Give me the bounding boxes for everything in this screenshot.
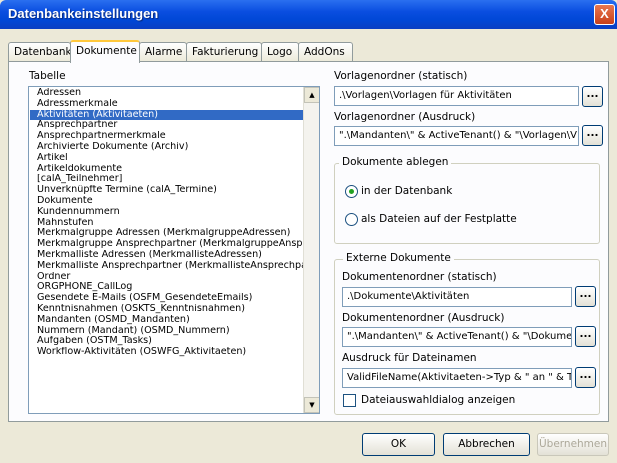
storage-files-radio[interactable]	[345, 213, 358, 226]
table-list-item[interactable]: Ansprechpartnermerkmale	[30, 131, 303, 142]
table-list-item[interactable]: Workflow-Aktivitäten (OSWFG_Aktivitaeten…	[30, 347, 303, 358]
tab-logo[interactable]: Logo	[261, 42, 299, 62]
table-list-item[interactable]: Mandanten (OSMD_Mandanten)	[30, 315, 303, 326]
table-list-item[interactable]: Merkmalgruppe Adressen (MerkmalgruppeAdr…	[30, 228, 303, 239]
table-list-item[interactable]: Kenntnisnahmen (OSKTS_Kenntnisnahmen)	[30, 304, 303, 315]
tab-label: Fakturierung	[192, 46, 259, 58]
doc-print-browse-button[interactable]: ...	[575, 326, 596, 347]
scroll-up-button[interactable]: ▲	[304, 87, 319, 103]
tab-label: AddOns	[304, 46, 345, 58]
table-list-item[interactable]: Nummern (Mandant) (OSMD_Nummern)	[30, 326, 303, 337]
table-list-item[interactable]: Archivierte Dokumente (Archiv)	[30, 142, 303, 153]
filename-input[interactable]: ValidFileName(Aktivitaeten->Typ & " an "…	[342, 368, 572, 388]
table-list-item[interactable]: Merkmalgruppe Ansprechpartner (Merkmalgr…	[30, 239, 303, 250]
doc-static-browse-button[interactable]: ...	[575, 286, 596, 307]
template-print-label: Vorlagenordner (Ausdruck)	[334, 111, 476, 123]
external-group-title: Externe Dokumente	[343, 252, 454, 264]
table-list-item[interactable]: [calA_Teilnehmer]	[30, 174, 303, 185]
doc-print-label: Dokumentenordner (Ausdruck)	[342, 312, 505, 324]
storage-files-label[interactable]: als Dateien auf der Festplatte	[361, 213, 517, 225]
table-listbox[interactable]: Adressen Adressmerkmale Aktivitäten (Aktiv…	[28, 86, 320, 414]
table-label: Tabelle	[29, 70, 66, 82]
table-list-item[interactable]: Mahnstufen	[30, 218, 303, 229]
storage-group	[334, 163, 600, 244]
tab-label: Alarme	[145, 46, 183, 58]
template-static-input[interactable]: .\Vorlagen\Vorlagen für Aktivitäten	[334, 86, 579, 106]
table-list-item[interactable]: Ordner	[30, 272, 303, 283]
table-list-item[interactable]: Kundennummern	[30, 207, 303, 218]
arrow-down-icon: ▼	[309, 401, 315, 409]
arrow-up-icon: ▲	[309, 91, 315, 99]
table-list-item[interactable]: Artikel	[30, 153, 303, 164]
list-scrollbar[interactable]: ▲ ▼	[303, 87, 319, 413]
template-print-input[interactable]: ".\Mandanten\" & ActiveTenant() & "\Vorl…	[334, 126, 579, 146]
doc-static-input[interactable]: .\Dokumente\Aktivitäten	[342, 287, 572, 307]
tab-label: Dokumente	[76, 45, 137, 57]
table-list-item[interactable]: Aktivitäten (Aktivitaeten)	[30, 109, 303, 121]
template-print-browse-button[interactable]: ...	[582, 125, 603, 146]
title-bar[interactable]: Datenbankeinstellungen X	[0, 0, 617, 29]
tab-addons[interactable]: AddOns	[298, 42, 353, 62]
storage-db-radio[interactable]	[345, 185, 358, 198]
cancel-button[interactable]: Abbrechen	[443, 433, 530, 456]
table-list-item[interactable]: Gesendete E-Mails (OSFM_GesendeteEmails)	[30, 293, 303, 304]
tab-dokumente[interactable]: Dokumente	[70, 40, 140, 63]
ok-button[interactable]: OK	[362, 433, 435, 456]
table-list-item[interactable]: Unverknüpfte Termine (calA_Termine)	[30, 185, 303, 196]
table-list-item[interactable]: Adressen	[30, 88, 303, 99]
table-list-item[interactable]: Dokumente	[30, 196, 303, 207]
doc-print-input[interactable]: ".\Mandanten\" & ActiveTenant() & "\Doku…	[342, 327, 572, 347]
table-list-item[interactable]: Merkmalliste Ansprechpartner (Merkmallis…	[30, 261, 303, 272]
template-static-label: Vorlagenordner (statisch)	[334, 70, 468, 82]
file-dialog-checkbox[interactable]	[343, 394, 356, 407]
tab-label: Logo	[267, 46, 293, 58]
storage-db-label[interactable]: in der Datenbank	[361, 185, 452, 197]
close-icon: X	[600, 6, 609, 21]
doc-static-label: Dokumentenordner (statisch)	[342, 271, 497, 283]
window-title: Datenbankeinstellungen	[8, 6, 159, 21]
scroll-down-button[interactable]: ▼	[304, 397, 319, 413]
storage-group-title: Dokumente ablegen	[339, 156, 452, 168]
table-list-item[interactable]: ORGPHONE_CallLog	[30, 282, 303, 293]
tab-fakturierung[interactable]: Fakturierung	[186, 42, 262, 62]
table-list-item[interactable]: Artikeldokumente	[30, 164, 303, 175]
table-list: Adressen Adressmerkmale Aktivitäten (Aktiv…	[30, 88, 303, 358]
table-list-item[interactable]: Adressmerkmale	[30, 99, 303, 110]
file-dialog-label[interactable]: Dateiauswahldialog anzeigen	[361, 394, 515, 406]
apply-button[interactable]: Übernehmen	[537, 433, 609, 456]
filename-browse-button[interactable]: ...	[575, 367, 596, 388]
close-button[interactable]: X	[594, 4, 615, 25]
tab-label: Datenbank	[14, 46, 72, 58]
table-list-item[interactable]: Merkmalliste Adressen (MerkmallisteAdres…	[30, 250, 303, 261]
tab-alarme[interactable]: Alarme	[139, 42, 187, 62]
table-list-item[interactable]: Aufgaben (OSTM_Tasks)	[30, 336, 303, 347]
tab-datenbank[interactable]: Datenbank	[8, 42, 72, 62]
table-list-item[interactable]: Ansprechpartner	[30, 120, 303, 131]
filename-label: Ausdruck für Dateinamen	[342, 352, 477, 364]
template-static-browse-button[interactable]: ...	[582, 86, 603, 107]
